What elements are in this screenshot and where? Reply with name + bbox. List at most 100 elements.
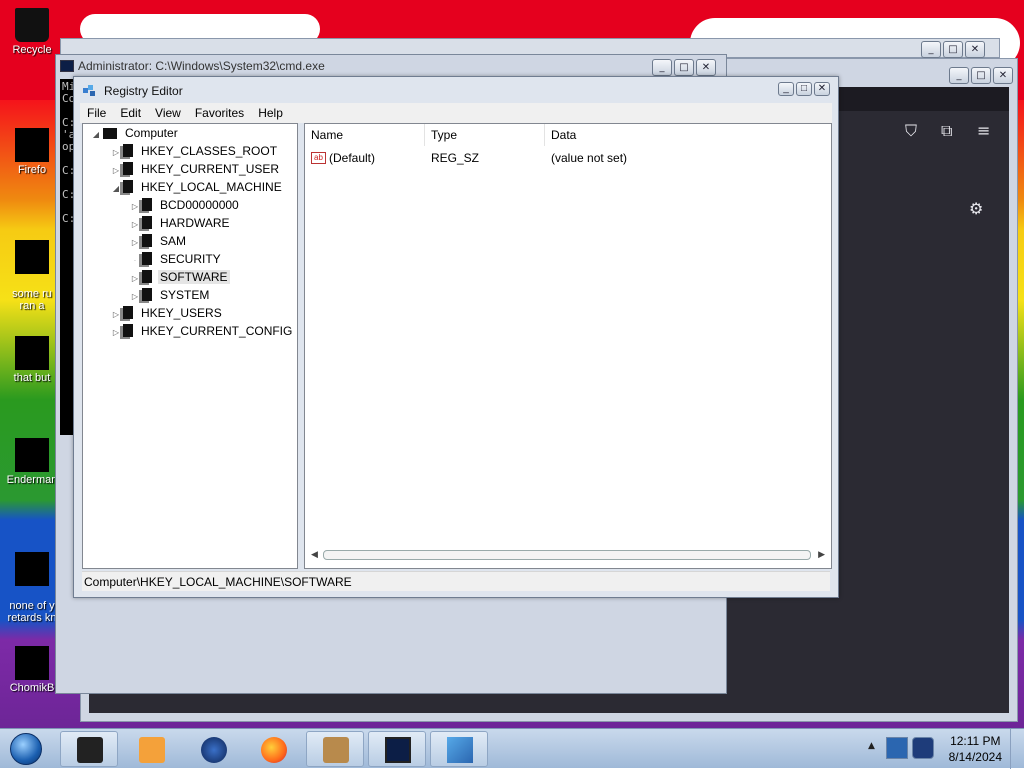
maximize-button[interactable]: □ — [971, 67, 991, 84]
tree-node-system[interactable]: ▷ SYSTEM — [130, 286, 211, 304]
folder-icon — [123, 180, 133, 193]
tree-node-hklm[interactable]: ◢ HKEY_LOCAL_MACHINE — [111, 178, 284, 196]
cmd-icon — [60, 60, 74, 72]
taskbar-item-firefox[interactable] — [244, 731, 302, 767]
tree-node-hku[interactable]: ▷ HKEY_USERS — [111, 304, 224, 322]
minimize-button[interactable]: _ — [921, 41, 941, 58]
values-list: Name Type Data ab (Default) REG_SZ (valu… — [304, 123, 832, 569]
folder-icon — [142, 252, 152, 265]
computer-icon — [103, 128, 117, 139]
folder-icon — [123, 144, 133, 157]
value-data: (value not set) — [551, 151, 628, 165]
windows-orb-icon — [10, 733, 42, 765]
clock-date: 8/14/2024 — [948, 750, 1002, 764]
file-icon — [15, 240, 49, 274]
maximize-button[interactable]: □ — [674, 59, 694, 76]
tree-node-hkcc[interactable]: ▷ HKEY_CURRENT_CONFIG — [111, 322, 294, 340]
maximize-button[interactable]: □ — [943, 41, 963, 58]
tree-node-hardware[interactable]: ▷ HARDWARE — [130, 214, 232, 232]
regedit-icon — [447, 737, 473, 763]
tree-node-sam[interactable]: ▷ SAM — [130, 232, 188, 250]
hamster-icon — [323, 737, 349, 763]
menu-bar: File Edit View Favorites Help — [80, 103, 832, 123]
value-row[interactable]: ab (Default) REG_SZ (value not set) — [311, 148, 827, 168]
tree-node-hkcr[interactable]: ▷ HKEY_CLASSES_ROOT — [111, 142, 279, 160]
scroll-right-arrow-icon[interactable]: ▶ — [818, 549, 825, 560]
extensions-icon[interactable]: ⧉ — [941, 121, 952, 141]
firefox-icon — [15, 128, 49, 162]
expanded-arrow-icon[interactable]: ◢ — [91, 126, 101, 144]
string-value-icon: ab — [311, 152, 326, 164]
tree-node-hkcu[interactable]: ▷ HKEY_CURRENT_USER — [111, 160, 281, 178]
horizontal-scrollbar[interactable]: ◀ ▶ — [311, 548, 825, 562]
menu-icon[interactable]: ≡ — [977, 121, 990, 140]
firefox-icon — [261, 737, 287, 763]
tree-node-security[interactable]: · SECURITY — [130, 250, 223, 268]
folder-icon — [123, 306, 133, 319]
collapsed-arrow-icon[interactable]: ▷ — [111, 324, 121, 342]
menu-favorites[interactable]: Favorites — [188, 106, 251, 120]
value-name: (Default) — [329, 151, 376, 165]
file-icon — [15, 552, 49, 586]
scroll-left-arrow-icon[interactable]: ◀ — [311, 549, 318, 560]
recycle-bin-icon — [77, 737, 103, 763]
tray-app-icon[interactable] — [912, 737, 934, 759]
scrollbar-thumb[interactable] — [323, 550, 811, 560]
taskbar-item-globe[interactable] — [184, 731, 242, 767]
registry-tree: ◢ Computer ▷ HKEY_CLASSES_ROOT ▷ HKEY_CURRE… — [82, 123, 298, 569]
minimize-button[interactable]: _ — [652, 59, 672, 76]
taskbar-item-media[interactable] — [122, 731, 180, 767]
taskbar: ▲ 12:11 PM 8/14/2024 — [0, 728, 1024, 769]
desktop-icon-recycle[interactable]: Recycle — [0, 8, 64, 56]
column-header-name[interactable]: Name — [305, 124, 425, 146]
cmd-icon — [385, 737, 411, 763]
close-button[interactable]: ✕ — [993, 67, 1013, 84]
pocket-icon[interactable]: ⛉ — [905, 121, 917, 141]
menu-file[interactable]: File — [80, 106, 113, 120]
taskbar-item-recycle[interactable] — [60, 731, 118, 767]
tree-node-bcd[interactable]: ▷ BCD00000000 — [130, 196, 241, 214]
hamster-icon — [15, 646, 49, 680]
menu-view[interactable]: View — [148, 106, 188, 120]
status-bar: Computer\HKEY_LOCAL_MACHINE\SOFTWARE — [82, 571, 830, 591]
column-header-type[interactable]: Type — [425, 124, 545, 146]
folder-icon — [142, 234, 152, 247]
close-button[interactable]: ✕ — [696, 59, 716, 76]
globe-icon — [201, 737, 227, 763]
tray-app-icon[interactable] — [886, 737, 908, 759]
folder-icon — [142, 216, 152, 229]
minimize-button[interactable]: _ — [949, 67, 969, 84]
regedit-app-icon — [83, 85, 95, 96]
minimize-button[interactable]: _ — [778, 82, 794, 96]
maximize-button[interactable]: □ — [796, 82, 812, 96]
show-desktop-button[interactable] — [1010, 729, 1024, 769]
close-button[interactable]: ✕ — [965, 41, 985, 58]
registry-editor-window: Registry Editor _ □ ✕ File Edit View Fav… — [73, 76, 839, 598]
menu-help[interactable]: Help — [251, 106, 290, 120]
tree-node-computer[interactable]: ◢ Computer — [91, 124, 180, 142]
folder-icon — [142, 198, 152, 211]
taskbar-item-chomik[interactable] — [306, 731, 364, 767]
settings-gear-icon[interactable]: ⚙ — [969, 199, 983, 218]
value-type: REG_SZ — [431, 151, 480, 165]
cmd-title: Administrator: C:\Windows\System32\cmd.e… — [78, 59, 325, 73]
recycle-bin-icon — [15, 8, 49, 42]
expanded-arrow-icon[interactable]: ◢ — [111, 180, 121, 198]
file-icon — [15, 336, 49, 370]
clock[interactable]: 12:11 PM 8/14/2024 — [949, 733, 1002, 765]
close-button[interactable]: ✕ — [814, 82, 830, 96]
folder-icon — [123, 162, 133, 175]
menu-edit[interactable]: Edit — [113, 106, 148, 120]
regedit-title: Registry Editor — [104, 84, 183, 98]
tray-expand-icon[interactable]: ▲ — [868, 741, 875, 751]
enderman-icon — [15, 438, 49, 472]
taskbar-item-regedit[interactable] — [430, 731, 488, 767]
start-button[interactable] — [4, 731, 48, 767]
folder-icon — [142, 288, 152, 301]
taskbar-item-cmd[interactable] — [368, 731, 426, 767]
clock-time: 12:11 PM — [950, 734, 1001, 748]
column-header-data[interactable]: Data — [545, 124, 831, 146]
media-player-icon — [139, 737, 165, 763]
folder-icon — [123, 324, 133, 337]
tree-node-software[interactable]: ▷ SOFTWARE — [130, 268, 230, 286]
